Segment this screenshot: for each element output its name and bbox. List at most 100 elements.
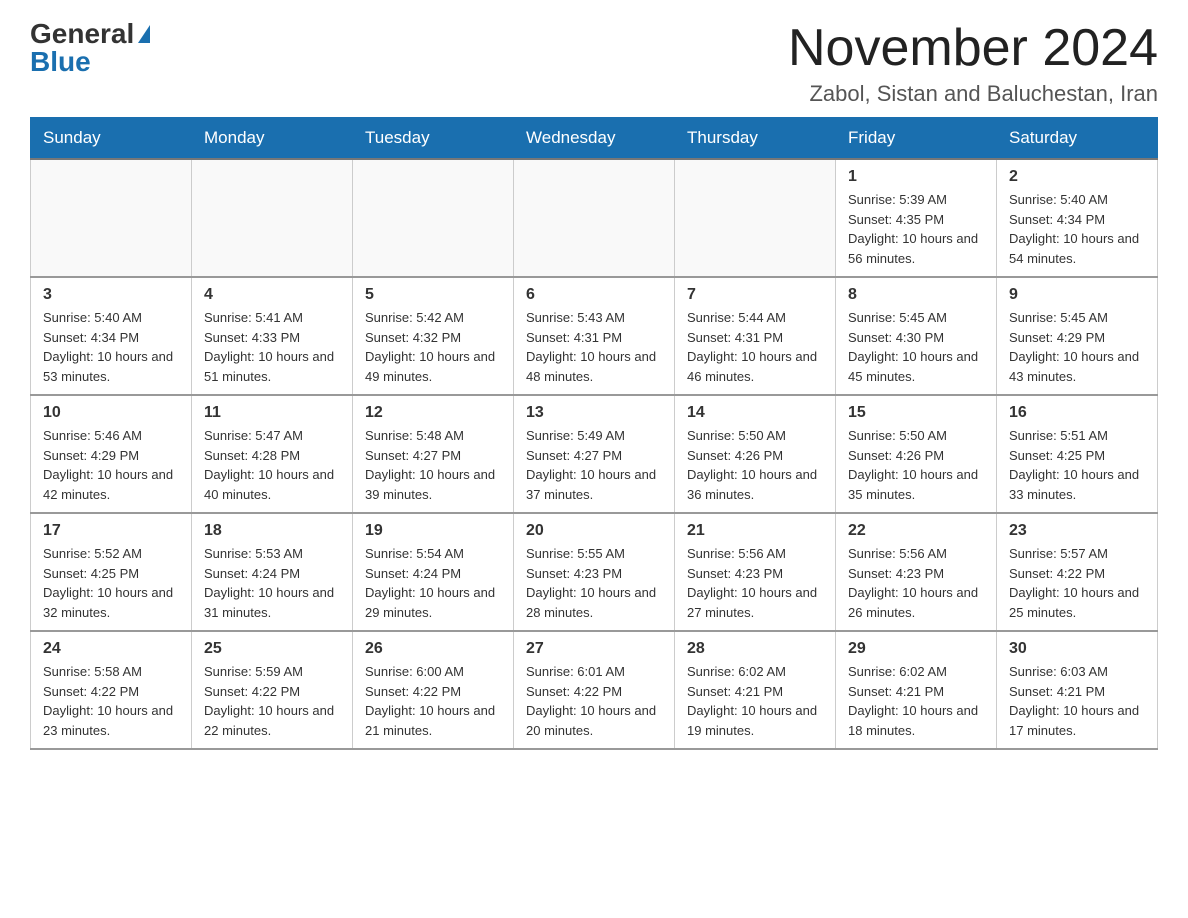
calendar-cell: 7Sunrise: 5:44 AMSunset: 4:31 PMDaylight… <box>675 277 836 395</box>
day-info: Sunrise: 6:02 AMSunset: 4:21 PMDaylight:… <box>848 662 984 740</box>
calendar-cell: 16 Sunrise: 5:51 AMSunset: 4:25 PMDayligh… <box>997 395 1158 513</box>
day-number: 9 <box>1009 286 1145 304</box>
day-number: 14 <box>687 404 823 422</box>
calendar-cell <box>514 159 675 277</box>
day-number: 15 <box>848 404 984 422</box>
calendar-cell: 11 Sunrise: 5:47 AMSunset: 4:28 PMDayligh… <box>192 395 353 513</box>
day-info: Sunrise: 5:55 AMSunset: 4:23 PMDaylight:… <box>526 544 662 622</box>
day-number: 6 <box>526 286 662 304</box>
calendar-cell: 28Sunrise: 6:02 AMSunset: 4:21 PMDayligh… <box>675 631 836 749</box>
day-info: Sunrise: 5:49 AMSunset: 4:27 PMDaylight:… <box>526 426 662 504</box>
day-number: 23 <box>1009 522 1145 540</box>
day-number: 20 <box>526 522 662 540</box>
calendar-week-4: 17 Sunrise: 5:52 AMSunset: 4:25 PMDayligh… <box>31 513 1158 631</box>
calendar-cell <box>192 159 353 277</box>
calendar-cell: 29 Sunrise: 6:02 AMSunset: 4:21 PMDayligh… <box>836 631 997 749</box>
day-number: 29 <box>848 640 984 658</box>
day-number: 16 <box>1009 404 1145 422</box>
day-number: 13 <box>526 404 662 422</box>
day-number: 4 <box>204 286 340 304</box>
day-info: Sunrise: 6:03 AMSunset: 4:21 PMDaylight:… <box>1009 662 1145 740</box>
day-info: Sunrise: 5:47 AMSunset: 4:28 PMDaylight:… <box>204 426 340 504</box>
calendar-cell: 25 Sunrise: 5:59 AMSunset: 4:22 PMDayligh… <box>192 631 353 749</box>
day-info: Sunrise: 5:40 AMSunset: 4:34 PMDaylight:… <box>1009 190 1145 268</box>
calendar-cell: 23 Sunrise: 5:57 AMSunset: 4:22 PMDayligh… <box>997 513 1158 631</box>
day-number: 19 <box>365 522 501 540</box>
day-number: 21 <box>687 522 823 540</box>
day-number: 2 <box>1009 168 1145 186</box>
weekday-header-wednesday: Wednesday <box>514 118 675 160</box>
day-number: 25 <box>204 640 340 658</box>
day-info: Sunrise: 5:41 AMSunset: 4:33 PMDaylight:… <box>204 308 340 386</box>
calendar-cell: 3 Sunrise: 5:40 AMSunset: 4:34 PMDaylight… <box>31 277 192 395</box>
calendar-cell: 14 Sunrise: 5:50 AMSunset: 4:26 PMDayligh… <box>675 395 836 513</box>
day-info: Sunrise: 5:50 AMSunset: 4:26 PMDaylight:… <box>848 426 984 504</box>
calendar-cell <box>675 159 836 277</box>
logo-blue-text: Blue <box>30 48 91 76</box>
weekday-header-row: SundayMondayTuesdayWednesdayThursdayFrid… <box>31 118 1158 160</box>
day-info: Sunrise: 5:52 AMSunset: 4:25 PMDaylight:… <box>43 544 179 622</box>
day-number: 17 <box>43 522 179 540</box>
day-number: 27 <box>526 640 662 658</box>
day-number: 28 <box>687 640 823 658</box>
day-info: Sunrise: 5:57 AMSunset: 4:22 PMDaylight:… <box>1009 544 1145 622</box>
weekday-header-saturday: Saturday <box>997 118 1158 160</box>
calendar-cell: 8Sunrise: 5:45 AMSunset: 4:30 PMDaylight… <box>836 277 997 395</box>
weekday-header-sunday: Sunday <box>31 118 192 160</box>
calendar-cell: 30 Sunrise: 6:03 AMSunset: 4:21 PMDayligh… <box>997 631 1158 749</box>
day-info: Sunrise: 6:00 AMSunset: 4:22 PMDaylight:… <box>365 662 501 740</box>
location-title: Zabol, Sistan and Baluchestan, Iran <box>788 81 1158 107</box>
weekday-header-thursday: Thursday <box>675 118 836 160</box>
month-title: November 2024 <box>788 20 1158 77</box>
calendar-cell: 6Sunrise: 5:43 AMSunset: 4:31 PMDaylight… <box>514 277 675 395</box>
day-number: 1 <box>848 168 984 186</box>
calendar-cell: 13 Sunrise: 5:49 AMSunset: 4:27 PMDayligh… <box>514 395 675 513</box>
day-info: Sunrise: 5:46 AMSunset: 4:29 PMDaylight:… <box>43 426 179 504</box>
calendar-table: SundayMondayTuesdayWednesdayThursdayFrid… <box>30 117 1158 750</box>
calendar-week-2: 3 Sunrise: 5:40 AMSunset: 4:34 PMDaylight… <box>31 277 1158 395</box>
day-info: Sunrise: 5:51 AMSunset: 4:25 PMDaylight:… <box>1009 426 1145 504</box>
day-number: 11 <box>204 404 340 422</box>
day-info: Sunrise: 5:58 AMSunset: 4:22 PMDaylight:… <box>43 662 179 740</box>
day-info: Sunrise: 5:56 AMSunset: 4:23 PMDaylight:… <box>687 544 823 622</box>
day-number: 12 <box>365 404 501 422</box>
day-info: Sunrise: 5:42 AMSunset: 4:32 PMDaylight:… <box>365 308 501 386</box>
calendar-cell <box>31 159 192 277</box>
calendar-cell: 12Sunrise: 5:48 AMSunset: 4:27 PMDayligh… <box>353 395 514 513</box>
calendar-cell: 4 Sunrise: 5:41 AMSunset: 4:33 PMDaylight… <box>192 277 353 395</box>
day-number: 22 <box>848 522 984 540</box>
day-info: Sunrise: 6:01 AMSunset: 4:22 PMDaylight:… <box>526 662 662 740</box>
calendar-cell: 17 Sunrise: 5:52 AMSunset: 4:25 PMDayligh… <box>31 513 192 631</box>
calendar-cell: 21 Sunrise: 5:56 AMSunset: 4:23 PMDayligh… <box>675 513 836 631</box>
calendar-cell <box>353 159 514 277</box>
day-number: 18 <box>204 522 340 540</box>
day-number: 30 <box>1009 640 1145 658</box>
day-number: 3 <box>43 286 179 304</box>
calendar-cell: 19 Sunrise: 5:54 AMSunset: 4:24 PMDayligh… <box>353 513 514 631</box>
weekday-header-tuesday: Tuesday <box>353 118 514 160</box>
header: General Blue November 2024 Zabol, Sistan… <box>30 20 1158 107</box>
day-info: Sunrise: 5:59 AMSunset: 4:22 PMDaylight:… <box>204 662 340 740</box>
calendar-cell: 24 Sunrise: 5:58 AMSunset: 4:22 PMDayligh… <box>31 631 192 749</box>
calendar-cell: 20 Sunrise: 5:55 AMSunset: 4:23 PMDayligh… <box>514 513 675 631</box>
calendar-cell: 9 Sunrise: 5:45 AMSunset: 4:29 PMDaylight… <box>997 277 1158 395</box>
logo: General Blue <box>30 20 150 76</box>
day-info: Sunrise: 5:56 AMSunset: 4:23 PMDaylight:… <box>848 544 984 622</box>
day-number: 26 <box>365 640 501 658</box>
calendar-week-5: 24 Sunrise: 5:58 AMSunset: 4:22 PMDayligh… <box>31 631 1158 749</box>
logo-general-text: General <box>30 20 134 48</box>
day-info: Sunrise: 5:45 AMSunset: 4:29 PMDaylight:… <box>1009 308 1145 386</box>
weekday-header-monday: Monday <box>192 118 353 160</box>
day-info: Sunrise: 5:50 AMSunset: 4:26 PMDaylight:… <box>687 426 823 504</box>
day-number: 10 <box>43 404 179 422</box>
calendar-cell: 5 Sunrise: 5:42 AMSunset: 4:32 PMDaylight… <box>353 277 514 395</box>
day-number: 7 <box>687 286 823 304</box>
day-info: Sunrise: 5:40 AMSunset: 4:34 PMDaylight:… <box>43 308 179 386</box>
calendar-cell: 27 Sunrise: 6:01 AMSunset: 4:22 PMDayligh… <box>514 631 675 749</box>
calendar-cell: 10 Sunrise: 5:46 AMSunset: 4:29 PMDayligh… <box>31 395 192 513</box>
calendar-cell: 22 Sunrise: 5:56 AMSunset: 4:23 PMDayligh… <box>836 513 997 631</box>
day-info: Sunrise: 5:39 AMSunset: 4:35 PMDaylight:… <box>848 190 984 268</box>
day-number: 24 <box>43 640 179 658</box>
day-info: Sunrise: 5:54 AMSunset: 4:24 PMDaylight:… <box>365 544 501 622</box>
day-number: 5 <box>365 286 501 304</box>
